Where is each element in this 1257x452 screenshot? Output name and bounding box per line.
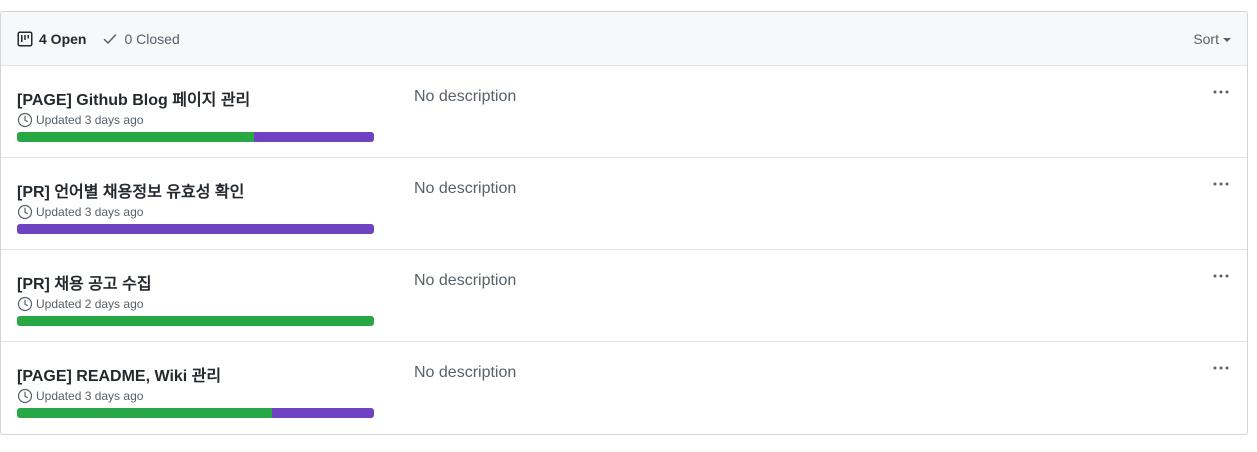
project-progress-bar [17,408,374,418]
project-title-link[interactable]: [PR] 채용 공고 수집 [17,270,152,294]
progress-done-segment [17,316,374,326]
check-icon [102,31,118,47]
project-row: [PR] 언어별 채용정보 유효성 확인 Updated 3 days ago … [1,158,1247,250]
projects-list-box: 4 Open 0 Closed Sort [PAGE] Github Blog … [0,11,1248,435]
open-projects-filter[interactable]: 4 Open [17,31,86,47]
project-description: No description [414,180,517,197]
project-description: No description [414,88,517,105]
updated-text: Updated 3 days ago [36,113,144,127]
kebab-horizontal-icon[interactable] [1211,360,1231,376]
project-title-link[interactable]: [PAGE] Github Blog 페이지 관리 [17,86,250,110]
kebab-horizontal-icon[interactable] [1211,268,1231,284]
project-updated: Updated 3 days ago [17,112,143,128]
project-row: [PAGE] Github Blog 페이지 관리 Updated 3 days… [1,66,1247,158]
progress-in-progress-segment [272,408,374,418]
project-description: No description [414,364,517,381]
clock-icon [17,296,33,312]
clock-icon [17,388,33,404]
project-icon [17,31,33,47]
clock-icon [17,204,33,220]
clock-icon [17,112,33,128]
project-description: No description [414,272,517,289]
progress-done-segment [17,132,255,142]
projects-list-header: 4 Open 0 Closed Sort [1,12,1247,66]
closed-projects-filter[interactable]: 0 Closed [102,30,180,47]
sort-dropdown[interactable]: Sort [1193,12,1231,66]
project-progress-bar [17,316,374,326]
progress-done-segment [17,408,273,418]
updated-text: Updated 3 days ago [36,205,144,219]
closed-count-label: 0 Closed [124,30,180,47]
updated-text: Updated 2 days ago [36,297,144,311]
open-count-label: 4 Open [39,30,87,47]
kebab-horizontal-icon[interactable] [1211,176,1231,192]
project-updated: Updated 3 days ago [17,388,143,404]
caret-down-icon [1223,37,1231,42]
project-updated: Updated 3 days ago [17,204,143,220]
project-row: [PR] 채용 공고 수집 Updated 2 days ago No desc… [1,250,1247,342]
progress-in-progress-segment [254,132,374,142]
project-title-link[interactable]: [PAGE] README, Wiki 관리 [17,362,221,386]
project-progress-bar [17,224,374,234]
project-row: [PAGE] README, Wiki 관리 Updated 3 days ag… [1,342,1247,434]
project-title-link[interactable]: [PR] 언어별 채용정보 유효성 확인 [17,178,244,202]
project-updated: Updated 2 days ago [17,296,143,312]
kebab-horizontal-icon[interactable] [1211,84,1231,100]
updated-text: Updated 3 days ago [36,389,144,403]
project-progress-bar [17,132,374,142]
sort-label: Sort [1193,31,1219,47]
progress-in-progress-segment [17,224,374,234]
